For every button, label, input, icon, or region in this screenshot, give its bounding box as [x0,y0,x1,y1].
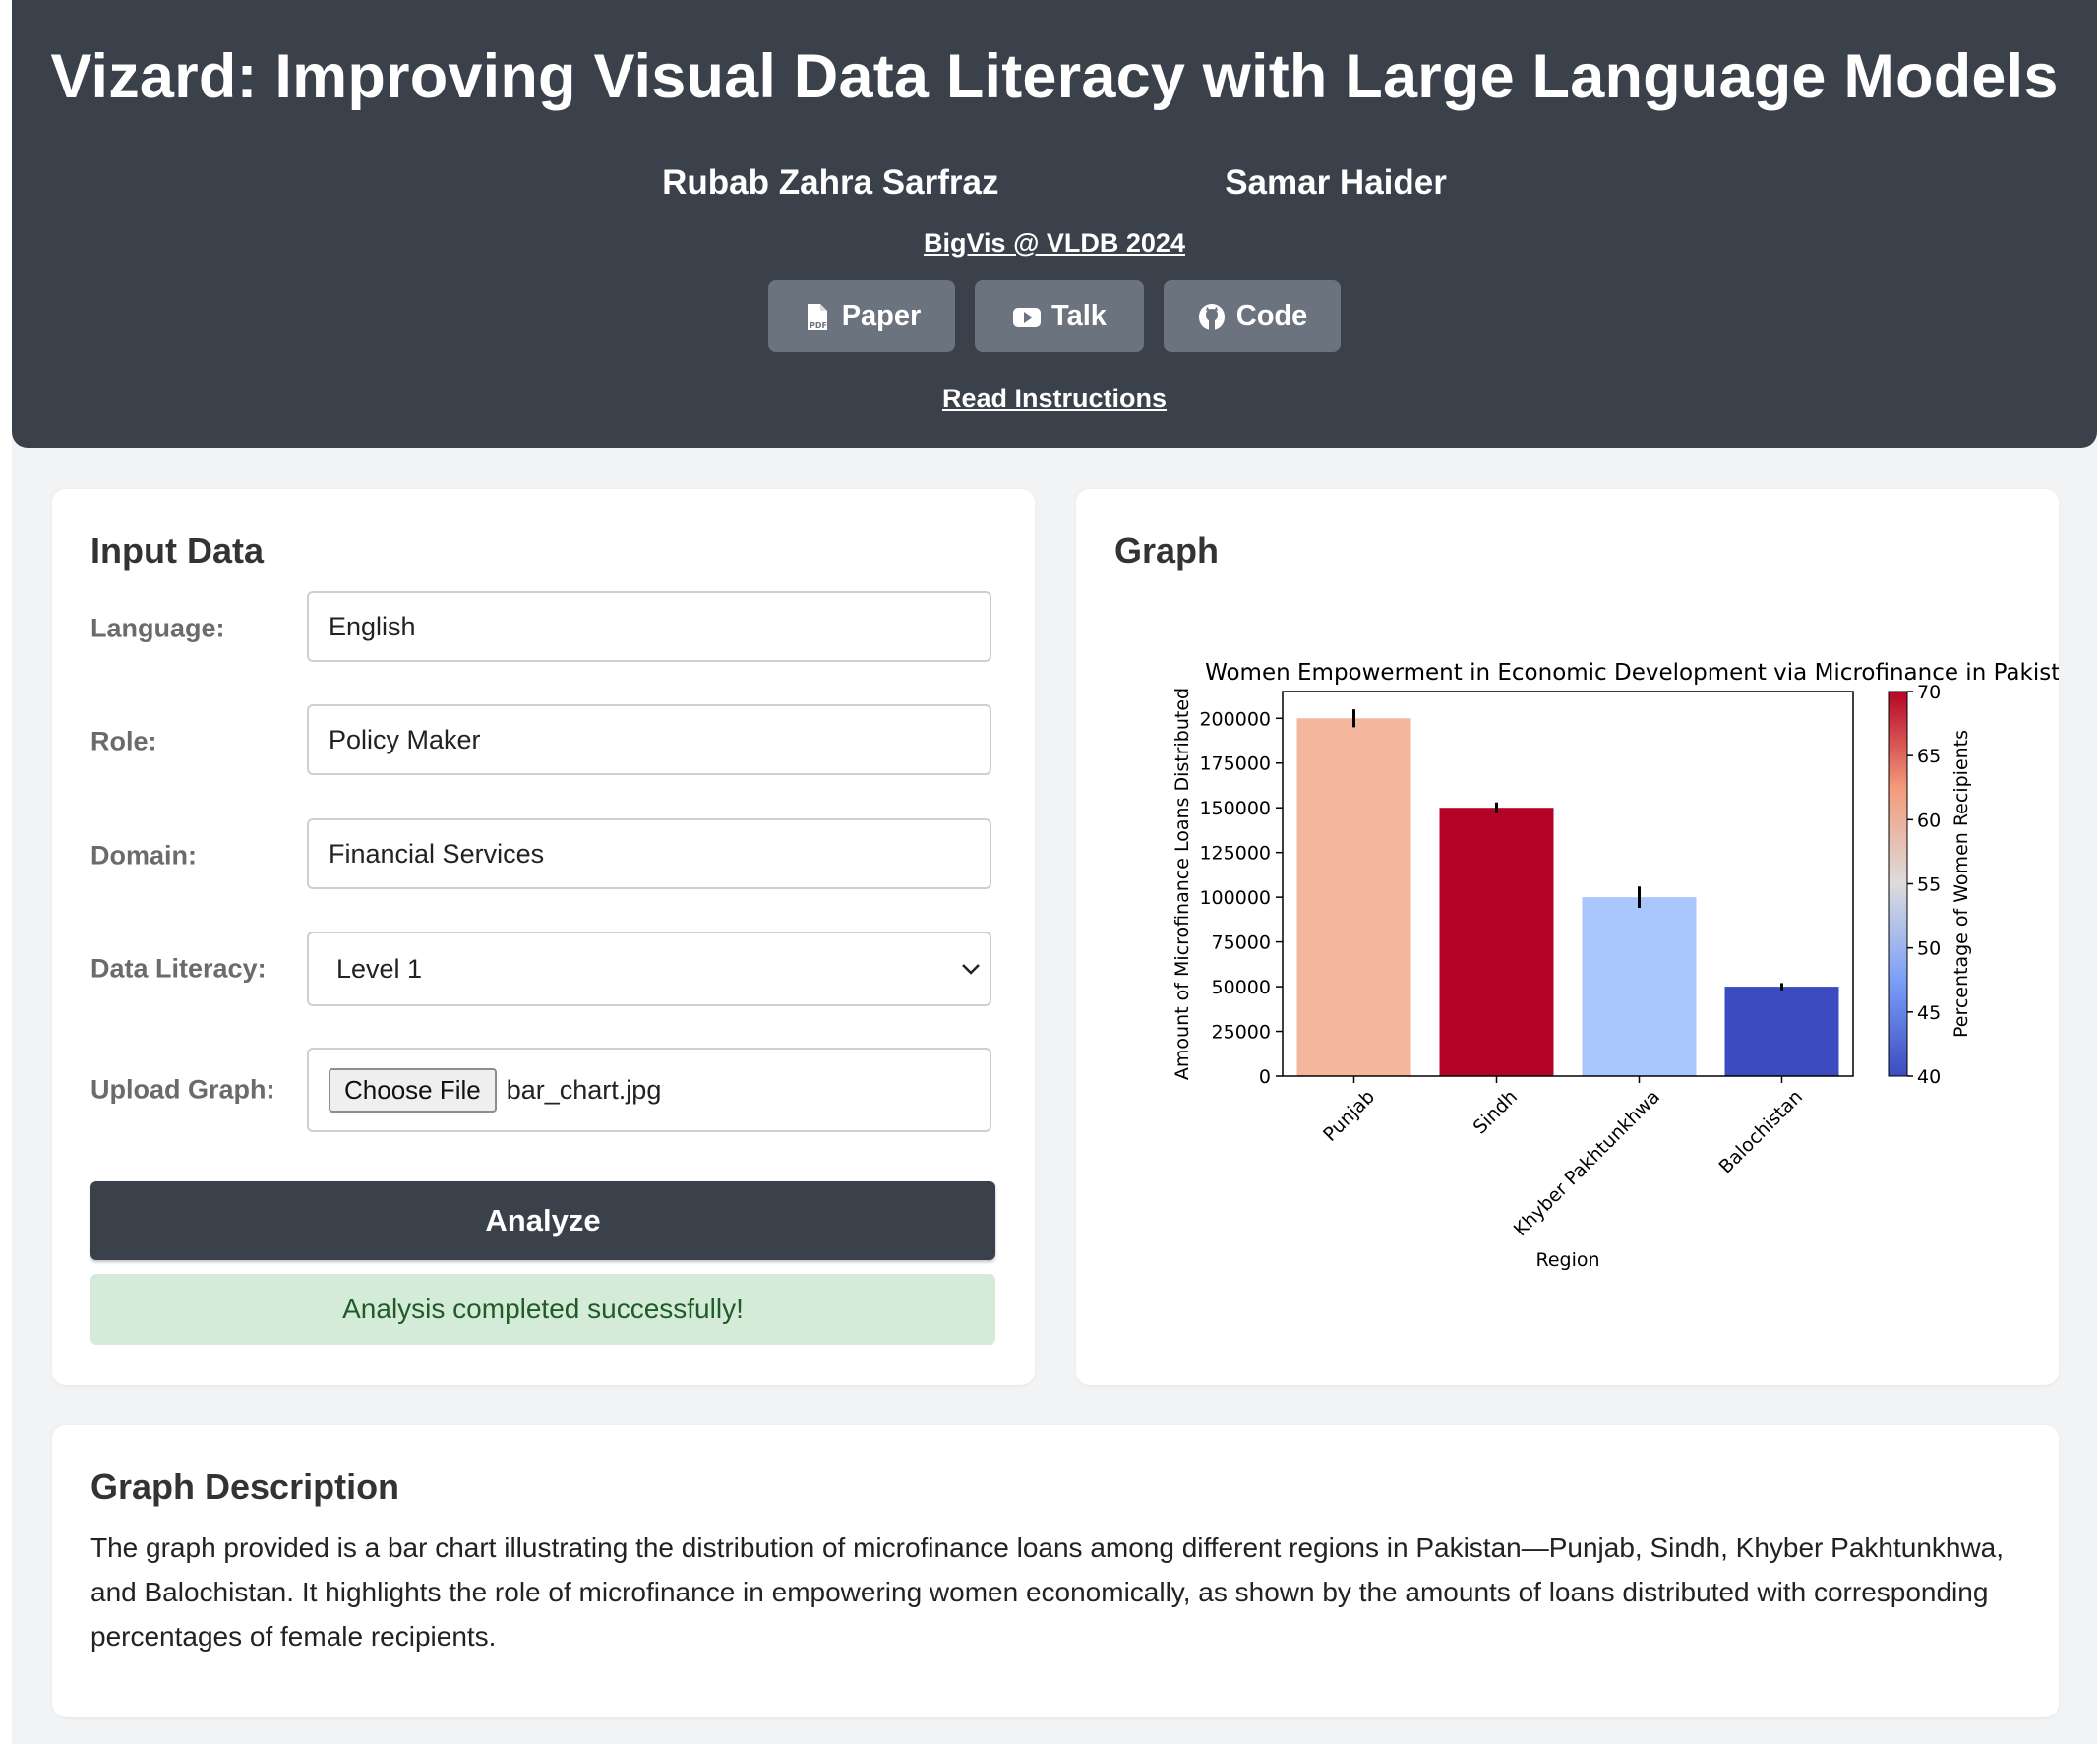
language-input[interactable]: English [307,591,991,662]
y-tick-label: 25000 [1212,1022,1271,1044]
author-name: Rubab Zahra Sarfraz [662,163,999,202]
code-button-label: Code [1235,300,1308,331]
paper-button[interactable]: PDF Paper [768,280,955,352]
x-tick-label: Khyber Pakhtunkhwa [1510,1086,1664,1240]
upload-label: Upload Graph: [90,1074,275,1105]
paper-button-label: Paper [841,300,922,331]
instructions: Read Instructions [12,384,2097,414]
choose-file-button[interactable]: Choose File [329,1067,497,1113]
data-literacy-value: Level 1 [336,953,423,984]
colorbar [1888,691,1908,1077]
colorbar-tick-label: 55 [1917,874,1941,896]
status-message: Analysis completed successfully! [90,1274,995,1345]
role-row: Role: Policy Maker [90,704,995,779]
y-tick-label: 0 [1259,1066,1271,1088]
role-value: Policy Maker [329,724,481,754]
role-input[interactable]: Policy Maker [307,704,991,775]
bar [1296,718,1411,1076]
domain-row: Domain: Financial Services [90,818,995,893]
colorbar-tick-label: 65 [1917,746,1941,767]
y-tick-label: 100000 [1199,887,1271,909]
colorbar-tick-label: 45 [1917,1002,1941,1024]
x-axis-label: Region [1535,1249,1599,1271]
author-list: Rubab Zahra Sarfraz Samar Haider [12,163,2097,203]
language-value: English [329,611,416,641]
header: Vizard: Improving Visual Data Literacy w… [12,0,2097,448]
y-tick-label: 200000 [1199,708,1271,730]
x-tick-label: Balochistan [1714,1086,1807,1178]
read-instructions-link[interactable]: Read Instructions [942,384,1167,413]
graph-panel: Graph Women Empowerment in Economic Deve… [1076,489,2059,1385]
colorbar-label: Percentage of Women Recipients [1950,730,1972,1038]
x-tick-label: Sindh [1470,1086,1522,1138]
youtube-icon [1013,307,1042,327]
language-label: Language: [90,613,225,643]
venue-link[interactable]: BigVis @ VLDB 2024 [924,228,1185,258]
graph-description-title: Graph Description [90,1467,400,1507]
author-name: Samar Haider [1225,163,1447,202]
y-tick-label: 150000 [1199,798,1271,819]
graph-description-text: The graph provided is a bar chart illust… [90,1533,2005,1652]
bar [1439,808,1554,1076]
domain-input[interactable]: Financial Services [307,818,991,889]
venue: BigVis @ VLDB 2024 [12,228,2097,259]
y-tick-label: 75000 [1212,932,1271,954]
link-buttons: PDF Paper Talk Code [12,280,2097,352]
talk-button-label: Talk [1051,300,1107,331]
file-name: bar_chart.jpg [506,1074,662,1105]
talk-button[interactable]: Talk [975,280,1144,352]
graph-description-panel: Graph Description The graph provided is … [52,1425,2059,1717]
colorbar-tick-label: 40 [1917,1066,1941,1088]
colorbar-tick-label: 70 [1917,682,1941,703]
data-literacy-select[interactable]: Level 1 [307,932,991,1006]
colorbar-tick-label: 50 [1917,938,1941,960]
domain-value: Financial Services [329,838,545,869]
role-label: Role: [90,726,157,756]
data-literacy-row: Data Literacy: Level 1 [90,932,995,1006]
file-upload-input[interactable]: Choose File bar_chart.jpg [307,1048,991,1132]
github-icon [1198,303,1225,330]
data-literacy-label: Data Literacy: [90,953,267,984]
bar [1724,987,1839,1076]
domain-label: Domain: [90,840,197,871]
page-title: Vizard: Improving Visual Data Literacy w… [50,42,2059,111]
chevron-down-icon [962,964,980,975]
upload-row: Upload Graph: Choose File bar_chart.jpg [90,1048,995,1132]
input-data-panel: Input Data Language: English Role: Polic… [52,489,1035,1385]
svg-text:PDF: PDF [810,321,827,330]
input-data-title: Input Data [90,530,264,571]
pdf-icon: PDF [807,303,827,330]
y-tick-label: 125000 [1199,843,1271,865]
y-tick-label: 50000 [1212,977,1271,998]
code-button[interactable]: Code [1164,280,1341,352]
x-tick-label: Punjab [1319,1086,1379,1146]
bar [1582,897,1697,1076]
bar-chart: Women Empowerment in Economic Developmen… [1171,660,2059,1271]
y-axis-label: Amount of Microfinance Loans Distributed [1171,688,1193,1080]
colorbar-tick-label: 60 [1917,810,1941,831]
language-row: Language: English [90,591,995,666]
analyze-button[interactable]: Analyze [90,1181,995,1260]
y-tick-label: 175000 [1199,753,1271,775]
